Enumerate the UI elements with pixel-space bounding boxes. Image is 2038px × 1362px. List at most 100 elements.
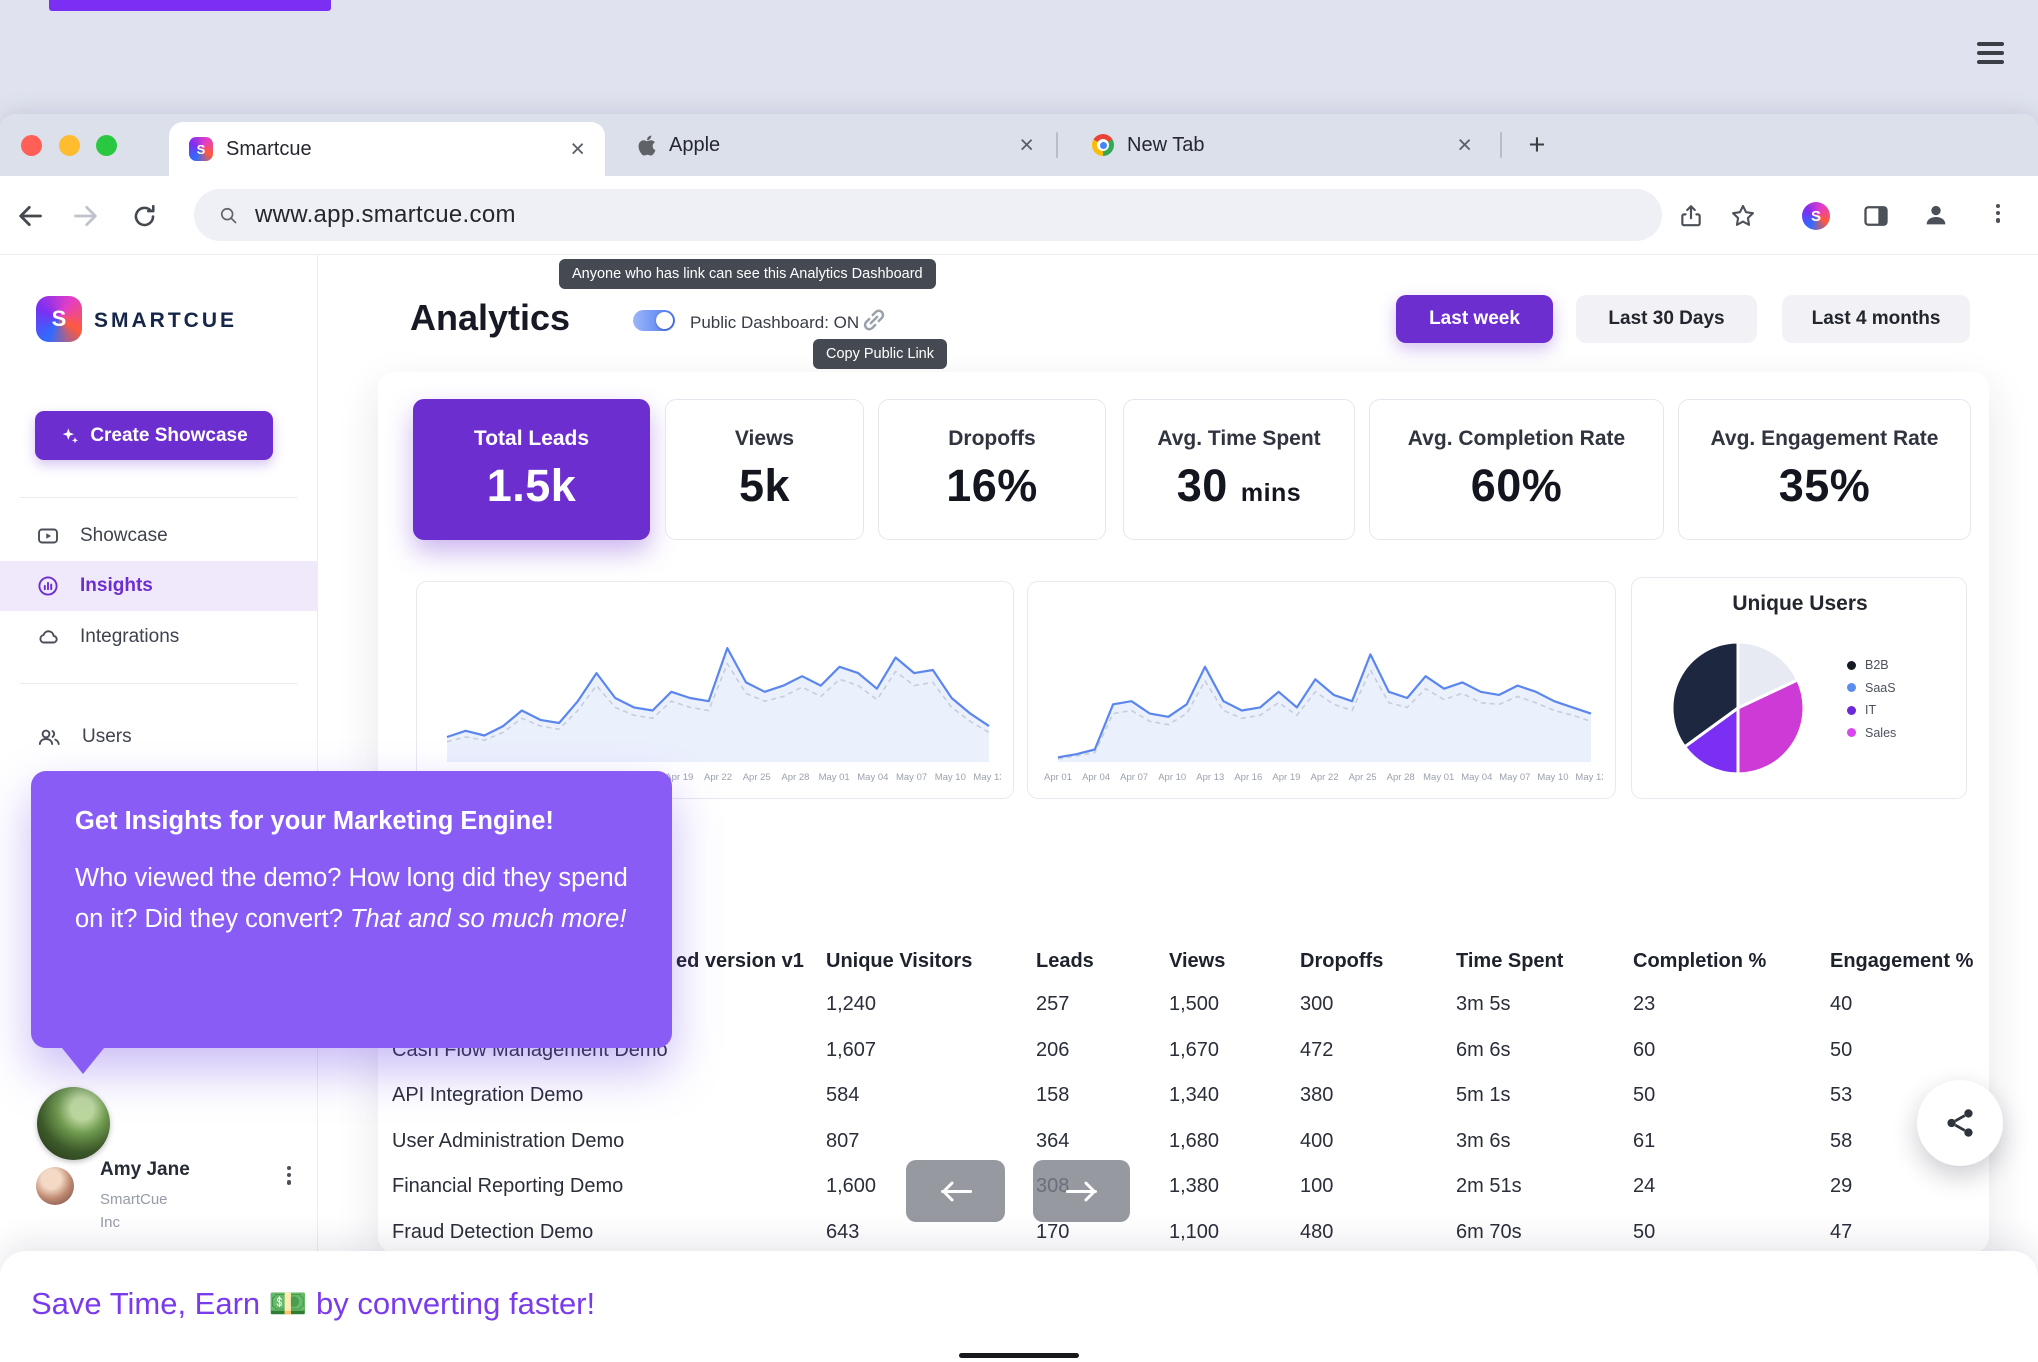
stat-label: Avg. Completion Rate xyxy=(1408,427,1625,451)
svg-text:May 13: May 13 xyxy=(1575,772,1603,783)
stat-avg-time-spent[interactable]: Avg. Time Spent 30 mins xyxy=(1123,399,1355,540)
column-header: Engagement % xyxy=(1830,950,1980,973)
profile-org-2: Inc xyxy=(100,1214,120,1231)
column-header: Unique Visitors xyxy=(826,950,1036,973)
tab-title: Smartcue xyxy=(226,138,312,161)
public-dashboard-label: Public Dashboard: ON xyxy=(690,313,859,333)
app-loading-bar xyxy=(49,0,331,11)
popover-title: Get Insights for your Marketing Engine! xyxy=(75,807,628,836)
stat-value: 1.5k xyxy=(487,460,577,512)
page-title: Analytics xyxy=(410,297,570,339)
sidebar-item-insights[interactable]: Insights xyxy=(0,561,317,611)
tab-apple[interactable]: Apple × xyxy=(618,114,1054,176)
table-cell: 1,240 xyxy=(826,993,1036,1016)
column-header: Completion % xyxy=(1633,950,1830,973)
table-cell: 6m 70s xyxy=(1456,1221,1633,1244)
window-minimize-button[interactable] xyxy=(59,135,80,156)
table-cell: 2m 51s xyxy=(1456,1175,1633,1198)
filter-last-4-months[interactable]: Last 4 months xyxy=(1782,295,1970,343)
showcase-name-cell: Financial Reporting Demo xyxy=(392,1175,826,1198)
stat-avg-completion-rate[interactable]: Avg. Completion Rate 60% xyxy=(1369,399,1664,540)
profile-button[interactable] xyxy=(1920,199,1952,231)
smartcue-favicon: S xyxy=(189,137,213,161)
browser-menu-button[interactable] xyxy=(1988,201,2008,231)
home-indicator xyxy=(959,1353,1079,1358)
create-showcase-button[interactable]: Create Showcase xyxy=(35,411,273,460)
stat-views[interactable]: Views 5k xyxy=(665,399,864,540)
left-arrow-icon xyxy=(938,1178,974,1205)
table-cell: 40 xyxy=(1830,993,1980,1016)
stat-label: Views xyxy=(735,427,794,451)
back-button[interactable] xyxy=(10,198,50,234)
close-tab-icon[interactable]: × xyxy=(570,137,585,162)
table-cell: 29 xyxy=(1830,1175,1980,1198)
public-dashboard-toggle[interactable] xyxy=(633,310,675,331)
table-cell: 400 xyxy=(1300,1130,1456,1153)
sidebar-item-showcase[interactable]: Showcase xyxy=(0,511,317,561)
svg-text:Apr 10: Apr 10 xyxy=(1158,772,1186,783)
apple-icon xyxy=(638,134,656,157)
svg-text:May 07: May 07 xyxy=(1499,772,1530,783)
next-page-button[interactable] xyxy=(1033,1160,1130,1222)
side-panel-button[interactable] xyxy=(1860,200,1892,232)
table-cell: 3m 5s xyxy=(1456,993,1633,1016)
share-dashboard-button[interactable] xyxy=(1917,1080,2003,1166)
sidebar-item-users[interactable]: Users xyxy=(0,712,317,762)
bookmark-star-button[interactable] xyxy=(1726,199,1760,233)
right-arrow-icon xyxy=(1064,1178,1100,1205)
table-row[interactable]: User Administration Demo8073641,6804003m… xyxy=(392,1119,1988,1165)
popover-body: Who viewed the demo? How long did they s… xyxy=(75,858,628,941)
svg-text:May 07: May 07 xyxy=(896,772,927,783)
close-tab-icon[interactable]: × xyxy=(1019,133,1034,158)
filter-last-30-days[interactable]: Last 30 Days xyxy=(1576,295,1757,343)
profile-name: Amy Jane xyxy=(100,1159,190,1181)
reload-button[interactable] xyxy=(124,198,164,234)
column-header: Time Spent xyxy=(1456,950,1633,973)
window-zoom-button[interactable] xyxy=(96,135,117,156)
stat-dropoffs[interactable]: Dropoffs 16% xyxy=(878,399,1106,540)
table-cell: 5m 1s xyxy=(1456,1084,1633,1107)
profile-menu-button[interactable] xyxy=(280,1163,298,1193)
smartcue-extension-icon: S xyxy=(1802,202,1830,230)
address-bar[interactable]: www.app.smartcue.com xyxy=(194,189,1662,241)
table-row[interactable]: Financial Reporting Demo1,6003081,380100… xyxy=(392,1164,1988,1210)
tab-smartcue[interactable]: S Smartcue × xyxy=(169,122,605,176)
table-cell: 584 xyxy=(826,1084,1036,1107)
forward-button[interactable] xyxy=(66,198,106,234)
users-icon xyxy=(36,725,62,749)
svg-text:May 04: May 04 xyxy=(857,772,888,783)
previous-page-button[interactable] xyxy=(906,1160,1005,1222)
table-cell: 3m 6s xyxy=(1456,1130,1633,1153)
svg-text:Apr 01: Apr 01 xyxy=(1044,772,1072,783)
hamburger-menu-icon[interactable] xyxy=(1977,42,2004,69)
svg-text:Apr 28: Apr 28 xyxy=(1387,772,1415,783)
table-row[interactable]: Fraud Detection Demo6431701,1004806m 70s… xyxy=(392,1210,1988,1256)
stat-value: 35% xyxy=(1779,460,1871,512)
table-row[interactable]: API Integration Demo5841581,3403805m 1s5… xyxy=(392,1073,1988,1119)
share-page-button[interactable] xyxy=(1674,199,1708,233)
tab-divider xyxy=(1056,132,1058,158)
brand-name: SMARTCUE xyxy=(94,309,237,333)
sidebar-item-label: Users xyxy=(82,726,132,748)
svg-text:Apr 25: Apr 25 xyxy=(1349,772,1377,783)
close-tab-icon[interactable]: × xyxy=(1457,133,1472,158)
stat-avg-engagement-rate[interactable]: Avg. Engagement Rate 35% xyxy=(1678,399,1971,540)
profile-avatar-small xyxy=(36,1167,74,1205)
legend-label: B2B xyxy=(1865,658,1889,672)
profile-avatar-large[interactable] xyxy=(37,1087,110,1160)
tab-new-tab[interactable]: New Tab × xyxy=(1072,114,1492,176)
new-tab-button[interactable]: + xyxy=(1518,127,1556,163)
legend-item: SaaS xyxy=(1847,677,1896,700)
table-cell: 24 xyxy=(1633,1175,1830,1198)
svg-text:Apr 28: Apr 28 xyxy=(781,772,809,783)
sidebar-item-integrations[interactable]: Integrations xyxy=(0,612,317,662)
copy-public-link-icon[interactable] xyxy=(859,305,889,335)
legend-label: SaaS xyxy=(1865,681,1896,695)
stat-total-leads[interactable]: Total Leads 1.5k xyxy=(413,399,650,540)
filter-last-week[interactable]: Last week xyxy=(1396,295,1553,343)
legend-label: IT xyxy=(1865,703,1876,717)
table-cell: 23 xyxy=(1633,993,1830,1016)
smartcue-extension-badge[interactable]: S xyxy=(1801,201,1831,231)
window-close-button[interactable] xyxy=(21,135,42,156)
column-header: Leads xyxy=(1036,950,1169,973)
